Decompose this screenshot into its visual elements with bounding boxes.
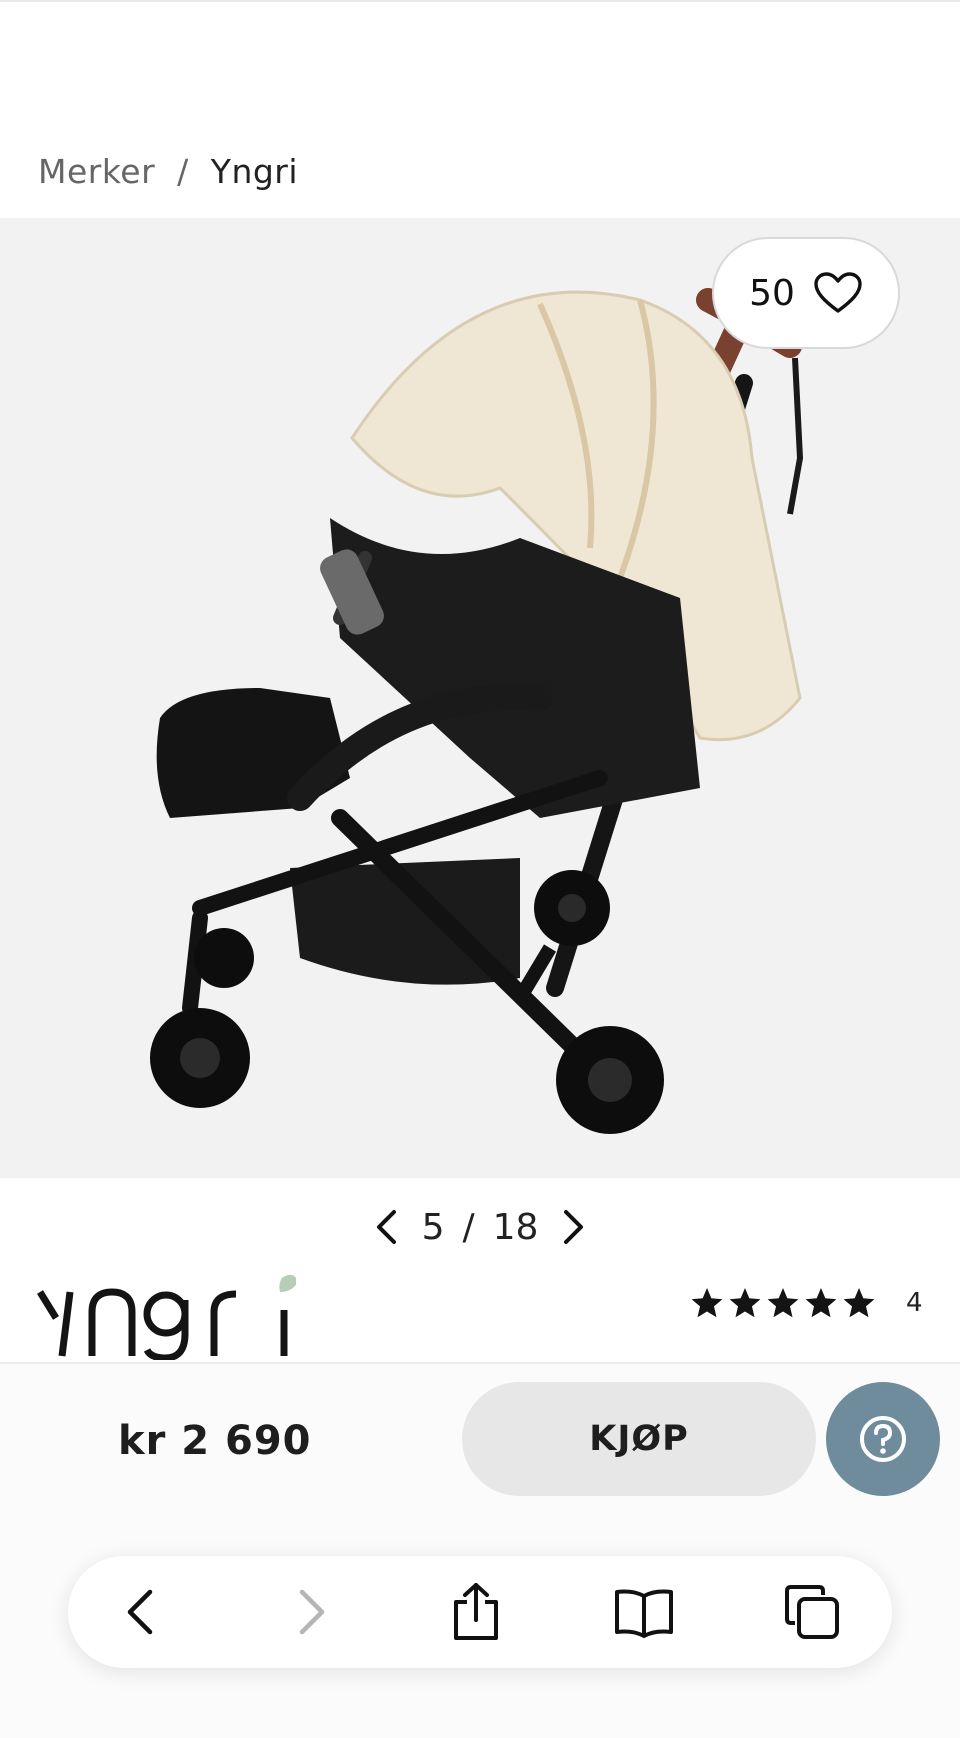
star-icon — [691, 1288, 723, 1318]
yngri-logo — [37, 1274, 298, 1362]
buy-button[interactable]: KJØP — [462, 1382, 816, 1496]
leaf-accent — [279, 1274, 298, 1292]
forward-arrow-icon — [299, 1589, 325, 1635]
browser-toolbar — [68, 1556, 892, 1668]
star-icon — [805, 1288, 837, 1318]
gallery-current: 5 — [421, 1206, 445, 1248]
breadcrumb-separator: / — [177, 152, 189, 191]
heart-icon — [814, 272, 862, 313]
question-circle-icon — [860, 1416, 906, 1462]
status-divider — [0, 0, 960, 2]
star-icon — [729, 1288, 761, 1318]
tabs-icon — [785, 1585, 839, 1639]
browser-bookmarks-button[interactable] — [594, 1556, 694, 1668]
star-icon — [843, 1288, 875, 1318]
chevron-right-icon — [564, 1210, 584, 1244]
gallery-total: 18 — [492, 1206, 539, 1248]
chevron-left-icon — [376, 1210, 396, 1244]
breadcrumb: Merker / Yngri — [38, 152, 298, 191]
product-rating[interactable]: 4 — [690, 1287, 923, 1319]
gallery-pager: 5 / 18 — [0, 1205, 960, 1249]
favorite-button[interactable]: 50 — [712, 237, 900, 349]
favorite-count: 50 — [749, 272, 795, 314]
gallery-next-button[interactable] — [552, 1205, 596, 1249]
browser-share-button[interactable] — [426, 1556, 526, 1668]
help-button[interactable] — [826, 1382, 940, 1496]
brand-logo[interactable] — [36, 1270, 298, 1364]
browser-tabs-button[interactable] — [762, 1556, 862, 1668]
book-icon — [615, 1589, 673, 1638]
breadcrumb-current: Yngri — [210, 152, 299, 191]
gallery-prev-button[interactable] — [364, 1205, 408, 1249]
stroller-photo — [150, 288, 804, 1134]
breadcrumb-merker-link[interactable]: Merker — [38, 152, 155, 191]
browser-forward-button[interactable] — [262, 1556, 362, 1668]
gallery-separator: / — [462, 1206, 475, 1248]
review-count: 4 — [906, 1288, 923, 1318]
browser-back-button[interactable] — [90, 1556, 190, 1668]
share-icon — [454, 1583, 498, 1640]
star-rating — [690, 1287, 876, 1319]
product-image[interactable] — [0, 218, 960, 1178]
star-icon — [767, 1288, 799, 1318]
product-price: kr 2 690 — [118, 1418, 312, 1464]
back-arrow-icon — [127, 1589, 153, 1635]
